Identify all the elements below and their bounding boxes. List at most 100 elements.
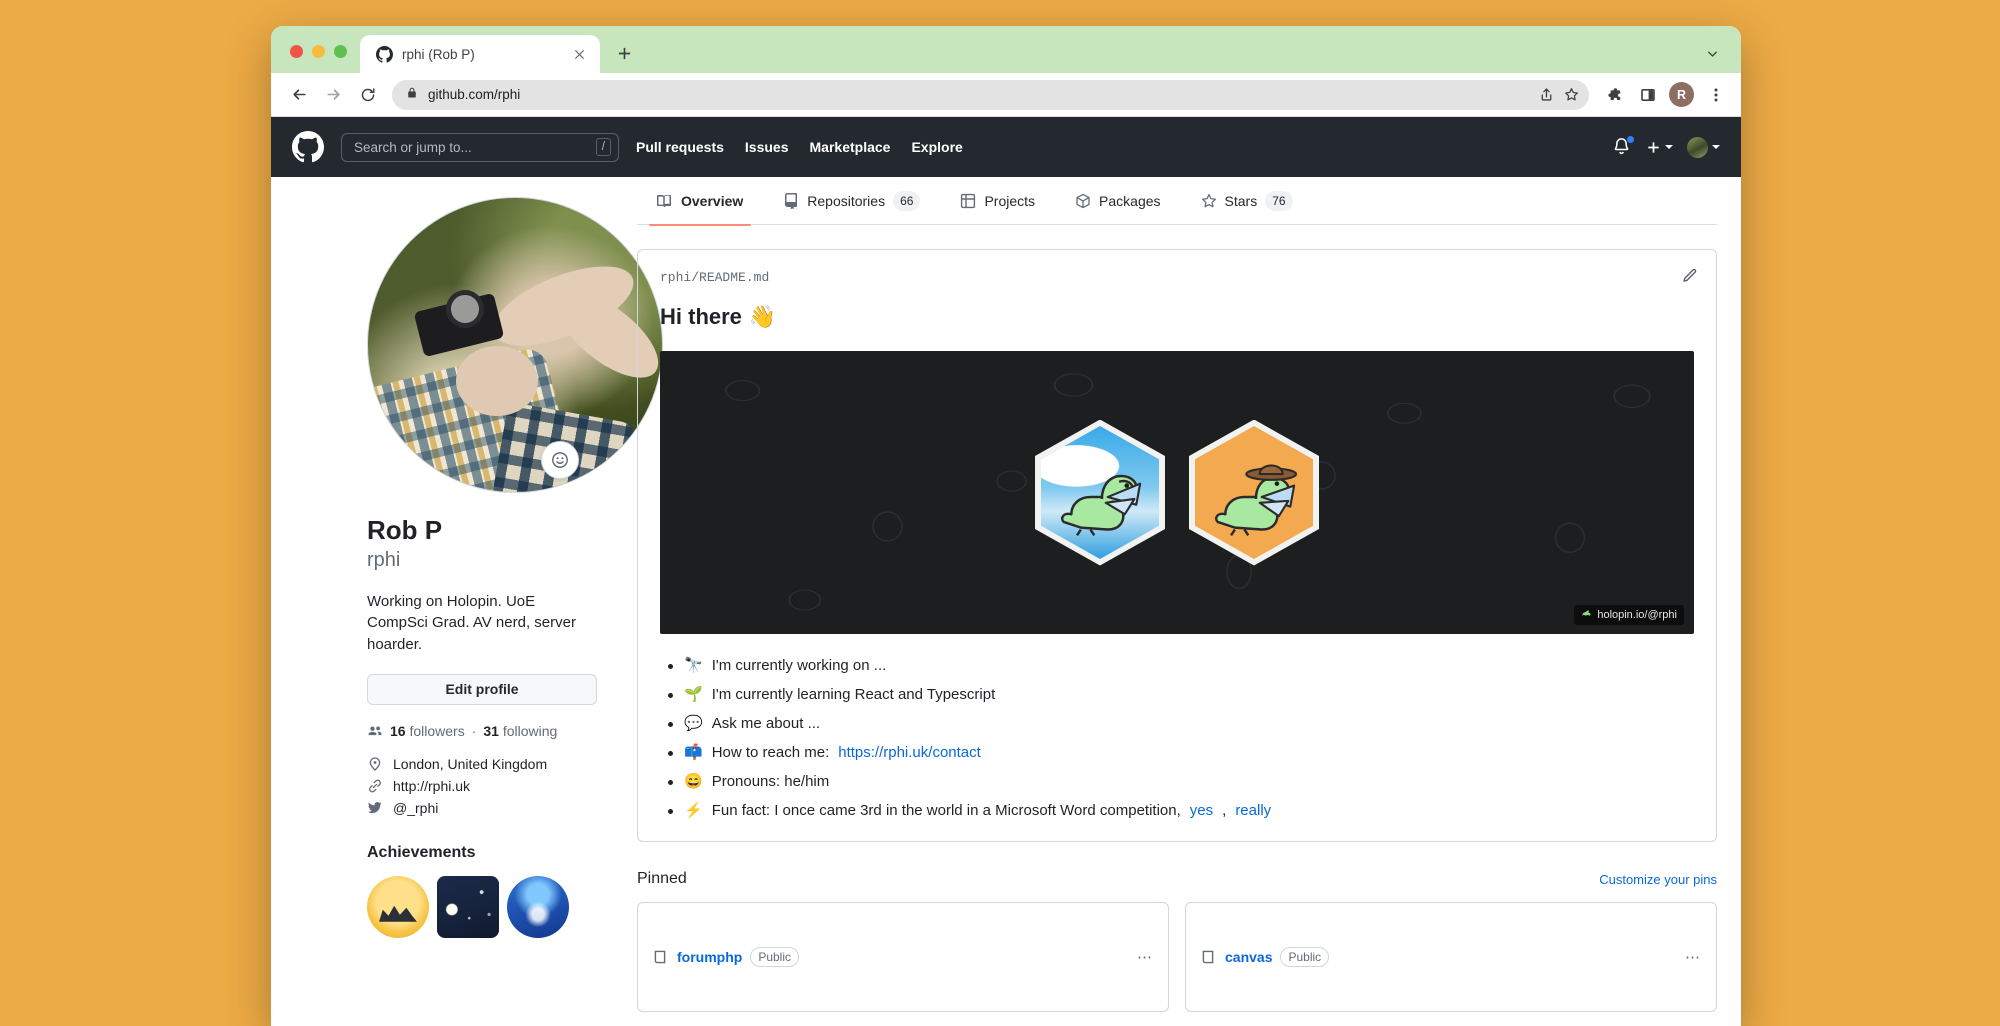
search-placeholder: Search or jump to...: [354, 139, 472, 155]
bullet-text: How to reach me:: [711, 744, 830, 761]
browser-tab[interactable]: rphi (Rob P): [360, 35, 600, 73]
search-input[interactable]: Search or jump to... /: [341, 132, 619, 162]
account-menu[interactable]: [1687, 136, 1720, 158]
minimize-window-button[interactable]: [312, 45, 325, 58]
github-icon: [376, 45, 393, 63]
address-bar[interactable]: github.com/rphi: [392, 79, 1589, 110]
speech-balloon-emoji: 💬: [684, 715, 703, 732]
edit-profile-button[interactable]: Edit profile: [367, 673, 597, 705]
readme-breadcrumb: rphi/README.md: [660, 270, 1694, 285]
tab-stars[interactable]: Stars 76: [1185, 177, 1309, 225]
really-link[interactable]: really: [1235, 802, 1271, 819]
three-dot-menu-icon[interactable]: [1700, 79, 1731, 110]
readme-filename[interactable]: README.md: [699, 270, 769, 285]
pinned-repo-grid: forumphp Public ⋯ canvas Public ⋯: [637, 902, 1717, 1012]
kebab-menu-icon[interactable]: ⋯: [1685, 948, 1701, 966]
create-new-menu[interactable]: [1646, 140, 1673, 155]
nav-item-issues[interactable]: Issues: [745, 139, 789, 155]
tab-overview[interactable]: Overview: [641, 177, 759, 226]
breadcrumb-separator: /: [691, 270, 700, 285]
yes-link[interactable]: yes: [1190, 802, 1213, 819]
contact-link[interactable]: https://rphi.uk/contact: [838, 744, 981, 761]
follower-stats: 16 followers · 31 following: [367, 723, 597, 739]
readme-bullet-list: 🔭 I'm currently working on ... 🌱 I'm cur…: [660, 656, 1694, 819]
new-tab-button[interactable]: [609, 38, 640, 69]
search-shortcut-hint: /: [595, 138, 611, 156]
maximize-window-button[interactable]: [334, 45, 347, 58]
pinned-repo-card[interactable]: forumphp Public ⋯: [637, 902, 1169, 1012]
profile-avatar-button[interactable]: R: [1666, 79, 1697, 110]
star-icon[interactable]: [1564, 87, 1579, 102]
winged-dino-sky-badge[interactable]: [1035, 419, 1165, 566]
close-tab-button[interactable]: [570, 45, 589, 64]
kebab-menu-icon[interactable]: ⋯: [1137, 948, 1153, 966]
chevron-down-icon[interactable]: [1697, 38, 1727, 68]
close-window-button[interactable]: [290, 45, 303, 58]
readme-owner[interactable]: rphi: [660, 270, 691, 285]
global-header-actions: [1612, 135, 1720, 158]
bell-icon[interactable]: [1612, 135, 1635, 157]
puzzle-icon[interactable]: [1598, 79, 1629, 110]
share-icon[interactable]: [1539, 87, 1554, 102]
tab-projects[interactable]: Projects: [944, 177, 1051, 225]
github-octocat-logo[interactable]: [292, 131, 324, 163]
tab-label: Overview: [681, 192, 744, 209]
nav-item-pull-requests[interactable]: Pull requests: [636, 139, 724, 155]
nav-item-marketplace[interactable]: Marketplace: [810, 139, 891, 155]
achievement-badge-mars-2020[interactable]: [367, 875, 429, 938]
following-count[interactable]: 31 following: [483, 723, 557, 739]
profile-website[interactable]: http://rphi.uk: [367, 778, 597, 794]
pinned-repo-name[interactable]: forumphp: [677, 949, 742, 965]
status-button-holder: [367, 441, 597, 493]
stat-separator: ·: [471, 722, 477, 739]
holopin-watermark[interactable]: holopin.io/@rphi: [1574, 605, 1684, 625]
achievement-badge-starstruck[interactable]: [437, 875, 499, 938]
repo-icon: [653, 949, 669, 965]
website-text: http://rphi.uk: [393, 777, 471, 794]
repo-icon: [1201, 949, 1217, 965]
holopin-banner[interactable]: holopin.io/@rphi: [660, 351, 1694, 634]
tab-packages[interactable]: Packages: [1059, 177, 1176, 225]
twitter-icon: [367, 800, 383, 816]
back-arrow-icon[interactable]: [284, 79, 315, 110]
list-item: 😄 Pronouns: he/him: [668, 772, 1694, 790]
profile-readme-card: rphi/README.md Hi there 👋 holopin.io/@rp…: [637, 249, 1717, 842]
address-bar-url: github.com/rphi: [428, 87, 521, 102]
readme-heading: Hi there 👋: [660, 304, 1694, 330]
dino-icon: [1060, 474, 1142, 536]
nav-item-explore[interactable]: Explore: [911, 139, 962, 155]
forward-arrow-icon[interactable]: [318, 79, 349, 110]
profile-main: Overview Repositories 66 Projects Packag…: [613, 177, 1717, 1012]
customize-pins-link[interactable]: Customize your pins: [1599, 872, 1717, 887]
bullet-text: I'm currently working on ...: [711, 657, 887, 674]
list-item: ⚡ Fun fact: I once came 3rd in the world…: [668, 801, 1694, 819]
tab-label: Packages: [1099, 192, 1161, 209]
tab-counter: 76: [1265, 190, 1293, 211]
followers-count[interactable]: 16 followers: [390, 723, 465, 739]
pinned-repo-name[interactable]: canvas: [1225, 949, 1272, 965]
reload-icon[interactable]: [352, 79, 383, 110]
pencil-icon[interactable]: [1681, 268, 1698, 290]
side-panel-icon[interactable]: [1632, 79, 1663, 110]
list-item: 🌱 I'm currently learning React and Types…: [668, 685, 1694, 703]
book-icon: [657, 193, 673, 209]
list-item: 📫 How to reach me: https://rphi.uk/conta…: [668, 743, 1694, 761]
pinned-repo-card[interactable]: canvas Public ⋯: [1185, 902, 1717, 1012]
tab-repositories[interactable]: Repositories 66: [767, 177, 936, 225]
cowboy-dino-orange-badge[interactable]: [1189, 419, 1319, 566]
profile-tab-bar: Overview Repositories 66 Projects Packag…: [637, 177, 1717, 226]
avatar-head: [456, 346, 538, 416]
repo-icon: [783, 192, 799, 209]
global-nav: Pull requests Issues Marketplace Explore: [636, 139, 963, 155]
achievement-badge-pull-shark[interactable]: [507, 875, 569, 938]
pinned-title: Pinned: [637, 870, 687, 887]
bullet-text: Pronouns: he/him: [711, 773, 830, 790]
bullet-text: I'm currently learning React and Typescr…: [711, 686, 996, 703]
profile-twitter[interactable]: @_rphi: [367, 800, 597, 816]
browser-window: rphi (Rob P) github.com/rphi R Search or…: [271, 26, 1741, 1026]
lock-icon: [406, 86, 418, 104]
browser-toolbar: github.com/rphi R: [271, 73, 1741, 117]
set-status-button[interactable]: [541, 441, 579, 479]
visibility-badge: Public: [1280, 947, 1330, 967]
profile-name: Rob P: [367, 515, 443, 545]
